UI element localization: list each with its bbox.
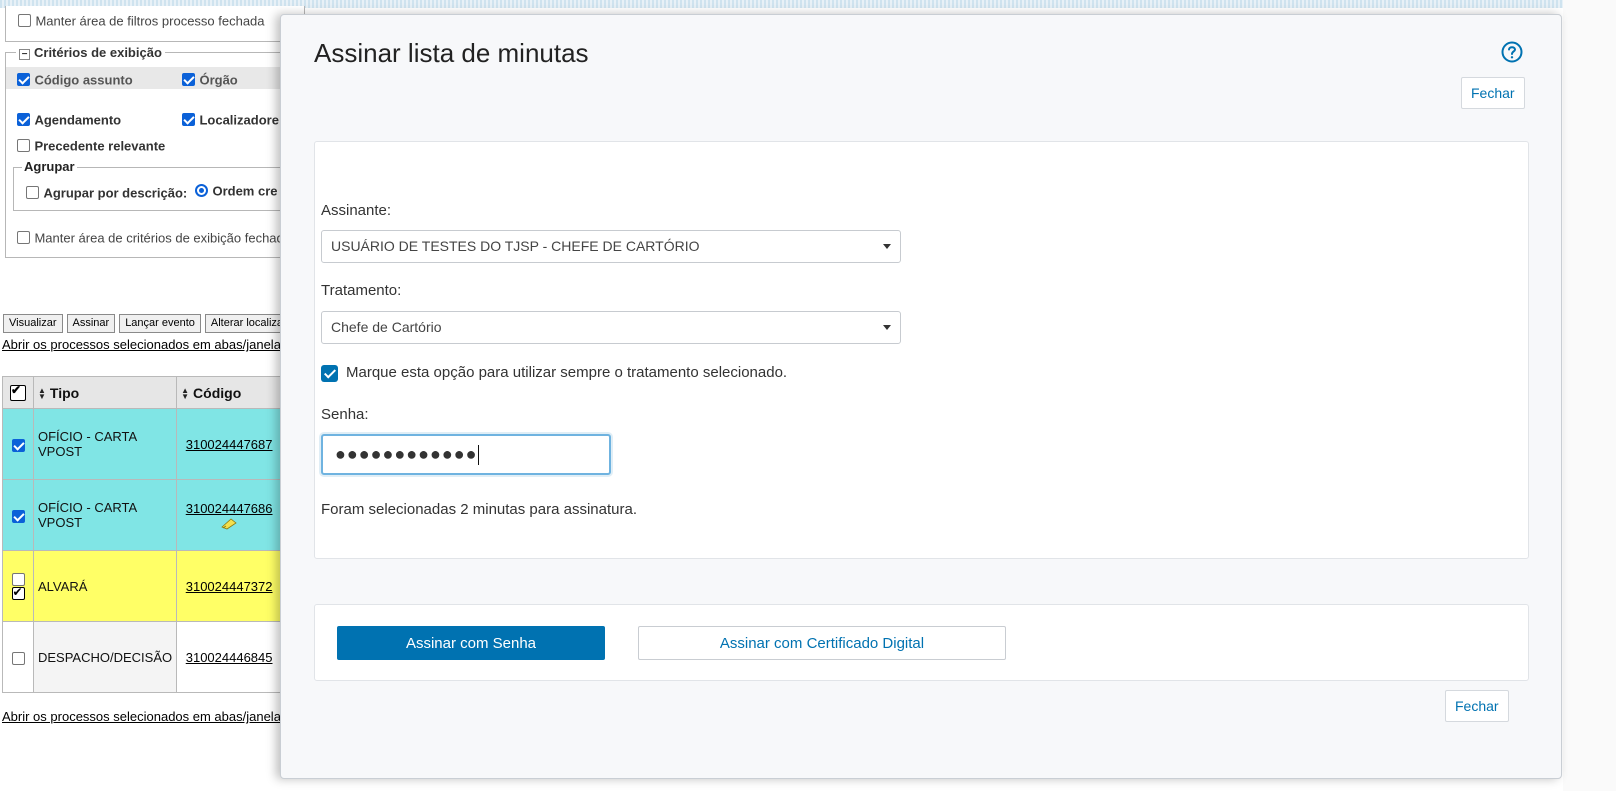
- chevron-down-icon: [883, 244, 891, 249]
- treatment-select[interactable]: Chefe de Cartório: [321, 311, 901, 344]
- criteria-label: Precedente relevante: [34, 138, 166, 154]
- table-row[interactable]: ALVARÁ 310024447372: [2, 550, 283, 622]
- row-checkbox[interactable]: [11, 573, 25, 586]
- password-input[interactable]: ●●●●●●●●●●●●: [321, 434, 611, 475]
- selection-info: Foram selecionadas 2 minutas para assina…: [321, 501, 637, 518]
- documents-table: ▲▼Tipo ▲▼Código OFÍCIO - CARTA VPOST 310…: [2, 376, 283, 693]
- table-row[interactable]: DESPACHO/DECISÃO 310024446845: [2, 621, 283, 693]
- criteria-localizadores-checkbox[interactable]: [182, 113, 195, 127]
- right-edge-background: [1563, 0, 1616, 791]
- group-legend: Agrupar: [22, 159, 77, 174]
- order-radio[interactable]: [195, 184, 208, 198]
- criteria-fieldset: − Critérios de exibição Código assunto Ór…: [5, 45, 305, 258]
- row-codigo-link[interactable]: 310024447372: [186, 579, 273, 594]
- row-checkbox[interactable]: [11, 509, 25, 523]
- criteria-keep-closed-checkbox[interactable]: [17, 231, 30, 245]
- filter-keep-closed-checkbox[interactable]: [18, 14, 31, 28]
- chevron-down-icon: [883, 325, 891, 330]
- group-by-description-checkbox[interactable]: [26, 186, 39, 200]
- row-codigo-link[interactable]: 310024447687: [186, 437, 273, 452]
- signer-value: USUÁRIO DE TESTES DO TJSP - CHEFE DE CAR…: [331, 238, 700, 254]
- alterar-localizador-button[interactable]: Alterar localiza: [204, 313, 290, 333]
- text-cursor: [478, 445, 480, 466]
- close-button-top[interactable]: Fechar: [1461, 77, 1525, 109]
- table-row[interactable]: OFÍCIO - CARTA VPOST 310024447687: [2, 408, 283, 480]
- form-panel: Assinante: USUÁRIO DE TESTES DO TJSP - C…: [314, 141, 1529, 559]
- row-codigo-link[interactable]: 310024447686: [186, 501, 273, 516]
- criteria-orgao-checkbox[interactable]: [182, 73, 195, 87]
- sort-icon: ▲ ▼: [38, 385, 46, 401]
- signer-select[interactable]: USUÁRIO DE TESTES DO TJSP - CHEFE DE CAR…: [321, 230, 901, 263]
- select-all-header: [2, 376, 34, 409]
- order-label: Ordem cre: [212, 183, 278, 199]
- row-tipo: OFÍCIO - CARTA VPOST: [32, 408, 178, 480]
- row-tipo: ALVARÁ: [32, 550, 178, 622]
- collapse-icon[interactable]: −: [19, 49, 30, 60]
- lancar-evento-button[interactable]: Lançar evento: [119, 313, 201, 333]
- signer-label: Assinante:: [321, 202, 392, 219]
- row-tipo: OFÍCIO - CARTA VPOST: [32, 479, 178, 551]
- table-row[interactable]: OFÍCIO - CARTA VPOST 310024447686: [2, 479, 283, 551]
- sort-icon: ▲ ▼: [181, 385, 190, 401]
- row-codigo-link[interactable]: 310024446845: [186, 650, 273, 665]
- criteria-keep-closed-label: Manter área de critérios de exibição fec…: [34, 230, 284, 246]
- treatment-value: Chefe de Cartório: [331, 319, 442, 335]
- criteria-legend: − Critérios de exibição: [16, 45, 165, 60]
- criteria-label: Agendamento: [34, 112, 122, 128]
- action-toolbar: Visualizar Assinar Lançar evento Alterar lo…: [3, 313, 293, 333]
- row-checkbox[interactable]: [11, 438, 25, 452]
- sign-with-password-button[interactable]: Assinar com Senha: [337, 626, 605, 660]
- close-button-bottom[interactable]: Fechar: [1445, 690, 1509, 722]
- select-all-checkbox[interactable]: [10, 383, 26, 402]
- visualizar-button[interactable]: Visualizar: [3, 313, 63, 333]
- note-icon[interactable]: [221, 517, 237, 530]
- assinar-button[interactable]: Assinar: [66, 313, 116, 333]
- sign-with-certificate-button[interactable]: Assinar com Certificado Digital: [638, 626, 1006, 660]
- open-selected-link-top[interactable]: Abrir os processos selecionados em abas/…: [2, 337, 287, 352]
- tipo-header[interactable]: ▲ ▼ Tipo: [32, 376, 178, 409]
- criteria-label: Localizadore: [199, 112, 279, 128]
- criteria-label: Código assunto: [34, 72, 133, 88]
- filter-keep-closed-label: Manter área de filtros processo fechada: [35, 13, 265, 29]
- sign-drafts-modal: Assinar lista de minutas Fechar Assinant…: [280, 14, 1562, 779]
- open-selected-link-bottom[interactable]: Abrir os processos selecionados em abas/…: [2, 709, 287, 724]
- table-header-row: ▲▼Tipo ▲▼Código: [2, 376, 283, 409]
- criteria-codigo-assunto-checkbox[interactable]: [17, 73, 30, 87]
- group-fieldset: Agrupar Agrupar por descrição: Ordem cre: [13, 159, 303, 211]
- criteria-precedente-checkbox[interactable]: [17, 139, 30, 153]
- password-label: Senha:: [321, 406, 369, 423]
- criteria-label: Órgão: [199, 72, 238, 88]
- password-masked-value: ●●●●●●●●●●●●: [335, 444, 478, 464]
- group-by-description-label: Agrupar por descrição:: [43, 185, 188, 201]
- filter-fieldset: Manter área de filtros processo fechada: [5, 6, 305, 42]
- actions-panel: Assinar com Senha Assinar com Certificad…: [314, 604, 1529, 681]
- treatment-label: Tratamento:: [321, 282, 402, 299]
- always-use-treatment-label: Marque esta opção para utilizar sempre o…: [346, 364, 788, 381]
- always-use-treatment-checkbox[interactable]: [321, 365, 338, 382]
- criteria-agendamento-checkbox[interactable]: [17, 113, 30, 127]
- question-circle-icon[interactable]: [1501, 41, 1523, 63]
- row-checkbox[interactable]: [11, 651, 25, 665]
- row-tipo: DESPACHO/DECISÃO: [32, 621, 178, 693]
- modal-title: Assinar lista de minutas: [314, 38, 589, 68]
- row-secondary-checkbox[interactable]: [11, 585, 25, 601]
- codigo-header[interactable]: ▲ ▼ Código: [176, 376, 283, 409]
